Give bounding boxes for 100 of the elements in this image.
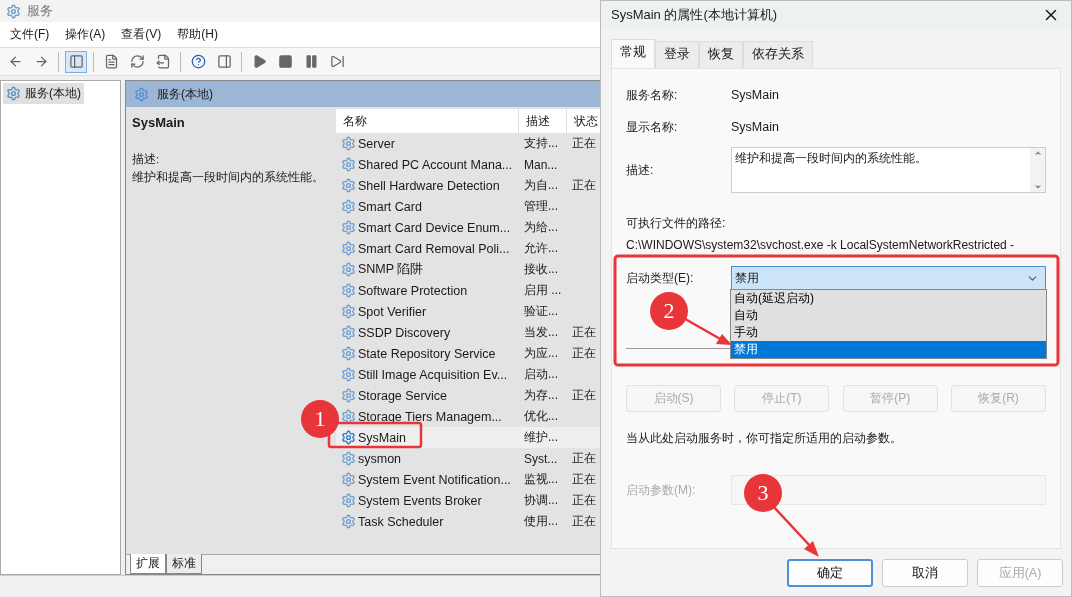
service-name-cell[interactable]: Server	[336, 136, 519, 151]
dropdown-option[interactable]: 自动(延迟启动)	[731, 290, 1046, 307]
field-label: 服务名称:	[626, 86, 679, 104]
service-name-cell[interactable]: sysmon	[336, 451, 519, 466]
description-cell-text: 启动...	[523, 366, 559, 383]
service-name-cell[interactable]: Smart Card	[336, 199, 519, 214]
view-tab[interactable]: 扩展	[130, 554, 166, 574]
gear-icon	[341, 157, 356, 172]
pause-icon	[303, 54, 319, 69]
tree-item[interactable]: 服务(本地)	[3, 83, 84, 104]
description-text: 维护和提高一段时间内的系统性能。	[132, 170, 325, 185]
gear-icon	[341, 409, 356, 424]
panel-icon	[68, 54, 84, 69]
gear-icon	[341, 199, 356, 214]
service-name-cell[interactable]: Storage Tiers Managem...	[336, 409, 519, 424]
field-label: 显示名称:	[626, 118, 679, 136]
field-label: 启动类型(E):	[626, 269, 695, 287]
service-name-cell[interactable]: Shell Hardware Detection	[336, 178, 519, 193]
export-icon	[155, 54, 171, 69]
scrollbar[interactable]	[1030, 148, 1045, 192]
status-cell-text: 正在	[571, 387, 597, 404]
back-arrow-icon	[7, 54, 23, 69]
gear-icon	[341, 388, 356, 403]
service-name-cell[interactable]: System Events Broker	[336, 493, 519, 508]
play-icon	[251, 54, 267, 69]
service-name-cell[interactable]: SNMP 陷阱	[336, 261, 519, 278]
status-cell-text: 正在	[571, 513, 597, 530]
gear-icon	[341, 367, 356, 382]
column-header[interactable]: 名称	[336, 109, 519, 133]
scroll-up-icon[interactable]	[1032, 148, 1043, 158]
menu-item[interactable]: 帮助(H)	[171, 23, 224, 46]
forward-arrow-icon	[33, 54, 49, 69]
service-name-cell[interactable]: Smart Card Device Enum...	[336, 220, 519, 235]
window-title: 服务	[27, 2, 53, 20]
gear-icon	[341, 304, 356, 319]
document-icon	[103, 54, 119, 69]
field-label: 描述:	[626, 161, 655, 179]
service-name-cell[interactable]: Smart Card Removal Poli...	[336, 241, 519, 256]
field-label: 可执行文件的路径:	[626, 215, 727, 232]
menu-item[interactable]: 查看(V)	[115, 23, 168, 46]
status-cell-text: 正在	[571, 177, 597, 194]
gear-icon	[341, 241, 356, 256]
service-name-cell[interactable]: Spot Verifier	[336, 304, 519, 319]
gear-icon	[341, 430, 356, 445]
gear-icon	[341, 283, 356, 298]
menu-item[interactable]: 操作(A)	[59, 23, 112, 46]
gear-icon	[134, 86, 149, 102]
refresh-icon	[129, 54, 145, 69]
hint-text: 当从此处启动服务时，你可指定所适用的启动参数。	[626, 430, 903, 447]
description-cell-text: 启用 ...	[523, 282, 563, 299]
description-cell-text: 为应...	[523, 345, 559, 362]
description-cell-text: 为存...	[523, 387, 559, 404]
scroll-down-icon[interactable]	[1032, 182, 1043, 192]
service-name-cell[interactable]: State Repository Service	[336, 346, 519, 361]
gear-icon	[6, 3, 21, 19]
service-name-cell[interactable]: SysMain	[336, 430, 519, 445]
status-cell-text: 正在	[571, 345, 597, 362]
tab[interactable]: 常规	[611, 39, 655, 68]
service-name-cell[interactable]: Software Protection	[336, 283, 519, 298]
status-cell-text: 正在	[571, 492, 597, 509]
dropdown-option[interactable]: 禁用	[731, 341, 1046, 358]
dropdown-option[interactable]: 自动	[731, 307, 1046, 324]
description-cell-text: 为给...	[523, 219, 559, 236]
help-icon	[190, 54, 206, 69]
dialog-button[interactable]: 确定	[787, 559, 873, 587]
tab[interactable]: 依存关系	[743, 41, 813, 68]
gear-icon	[341, 325, 356, 340]
description-cell-text: 允许...	[523, 240, 559, 257]
service-name-cell[interactable]: Task Scheduler	[336, 514, 519, 529]
description-label: 描述:	[132, 152, 161, 167]
description-cell-text: Man...	[523, 157, 559, 172]
tab[interactable]: 登录	[655, 41, 699, 68]
menu-item[interactable]: 文件(F)	[4, 23, 56, 46]
description-cell-text: 管理...	[523, 198, 559, 215]
dialog-button[interactable]: 取消	[882, 559, 968, 587]
service-name-cell[interactable]: Still Image Acquisition Ev...	[336, 367, 519, 382]
dropdown-option[interactable]: 手动	[731, 324, 1046, 341]
description-field[interactable]: 维护和提高一段时间内的系统性能。	[731, 147, 1046, 193]
service-name-cell[interactable]: Storage Service	[336, 388, 519, 403]
gear-icon	[6, 86, 21, 101]
column-header[interactable]: 描述	[519, 109, 567, 133]
startup-type-dropdown[interactable]: 禁用	[731, 266, 1046, 290]
gear-icon	[341, 262, 356, 277]
view-tab[interactable]: 标准	[166, 554, 202, 574]
description-cell-text: 维护...	[523, 429, 559, 446]
dialog-title: SysMain 的属性(本地计算机)	[611, 6, 778, 24]
description-cell-text: 当发...	[523, 324, 559, 341]
service-name-cell[interactable]: System Event Notification...	[336, 472, 519, 487]
service-name-cell[interactable]: Shared PC Account Mana...	[336, 157, 519, 172]
status-cell-text: 正在	[571, 471, 597, 488]
field-value: SysMain	[731, 120, 779, 134]
service-name-cell[interactable]: SSDP Discovery	[336, 325, 519, 340]
gear-icon	[341, 514, 356, 529]
panel-icon	[216, 54, 232, 69]
pane-title: 服务(本地)	[157, 85, 213, 103]
toolbar-button[interactable]	[65, 50, 87, 73]
description-cell-text: 使用...	[523, 513, 559, 530]
stop-icon	[277, 54, 293, 69]
tab[interactable]: 恢复	[699, 41, 743, 68]
gear-icon	[341, 136, 356, 151]
